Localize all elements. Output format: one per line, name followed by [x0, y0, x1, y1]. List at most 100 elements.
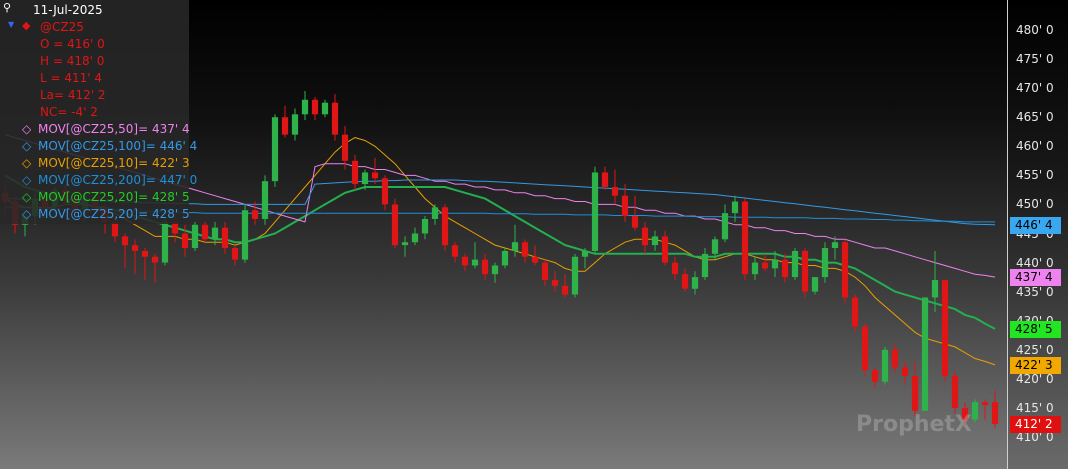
candle-body [971, 402, 979, 420]
candle-body [611, 186, 619, 196]
price-tag: 428' 5 [1010, 320, 1061, 338]
candle-body [871, 370, 879, 382]
candle-body [731, 201, 739, 214]
candle-body [911, 375, 919, 411]
candle-body [591, 172, 599, 251]
candle-body [341, 134, 349, 161]
symbol-label[interactable]: @CZ25 [40, 20, 84, 34]
candle-body [411, 233, 419, 243]
study-ma50-label[interactable]: MOV[@CZ25,50]= 437' 4 [38, 122, 190, 136]
candle-body [191, 224, 199, 249]
candle-body [291, 114, 299, 135]
study-ma20-label[interactable]: MOV[@CZ25,20]= 428' 5 [38, 190, 190, 204]
candle-body [281, 117, 289, 135]
candle-body [231, 248, 239, 260]
candle-body [361, 172, 369, 185]
price-tick-label: 480' 0 [1016, 23, 1054, 37]
candle-body [311, 99, 319, 115]
price-tick-label: 425' 0 [1016, 342, 1054, 357]
study-ma10-label[interactable]: MOV[@CZ25,10]= 422' 3 [38, 156, 190, 170]
candle-body [861, 326, 869, 371]
candle-body [161, 221, 169, 263]
candle-body [721, 213, 729, 240]
candle-body [541, 262, 549, 281]
candle-body [771, 259, 779, 269]
candle-body [551, 280, 559, 286]
price-tick-label: 465' 0 [1016, 110, 1054, 125]
study-diamond-icon[interactable]: ◇ [22, 190, 31, 204]
candle-body [391, 204, 399, 246]
study-diamond-icon[interactable]: ◇ [22, 173, 31, 187]
candle-body [831, 242, 839, 249]
study-ma200-label[interactable]: MOV[@CZ25,200]= 447' 0 [38, 173, 197, 187]
study-diamond-icon[interactable]: ◇ [22, 139, 31, 153]
candle-body [881, 349, 889, 382]
search-icon[interactable]: ⚲ [3, 1, 11, 15]
candle-body [501, 250, 509, 266]
candle-body [321, 102, 329, 115]
candle-body [511, 242, 519, 251]
candle-body [251, 210, 259, 219]
candle-body [131, 245, 139, 251]
price-tick-label: 455' 0 [1016, 168, 1054, 183]
candle-body [941, 280, 949, 376]
candle-body [451, 245, 459, 257]
candle-body [821, 248, 829, 278]
study-diamond-icon[interactable]: ◇ [22, 156, 31, 170]
candle-body [981, 402, 989, 406]
candle-body [701, 253, 709, 278]
candle-body [531, 256, 539, 263]
study-ma20b-label[interactable]: MOV[@CZ25,20]= 428' 5 [38, 207, 190, 221]
candle-body [951, 375, 959, 408]
candle-body [211, 227, 219, 240]
price-chart[interactable]: ⚲ 11-Jul-2025 ▼ ◆ @CZ25 O = 416' 0 H = 4… [0, 0, 1068, 469]
prophetx-watermark: ProphetX [856, 412, 972, 437]
price-tag: 412' 2 [1010, 415, 1061, 433]
candle-body [431, 207, 439, 219]
candle-body [751, 262, 759, 275]
candle-body [641, 227, 649, 246]
price-tick-label: 440' 0 [1016, 255, 1054, 270]
collapse-triangle-icon[interactable]: ▼ [8, 18, 14, 32]
price-tick-label: 460' 0 [1016, 139, 1054, 154]
candle-body [271, 117, 279, 182]
candle-body [571, 256, 579, 295]
candle-body [811, 277, 819, 292]
candle-body [561, 285, 569, 295]
price-tick-label: 420' 0 [1016, 371, 1054, 386]
candle-body [781, 259, 789, 278]
candle-body [261, 181, 269, 219]
candle-body [301, 99, 309, 115]
candle-body [931, 280, 939, 298]
price-tick-label: 450' 0 [1016, 197, 1054, 212]
candle-body [151, 256, 159, 263]
price-tick-label: 415' 0 [1016, 400, 1054, 415]
candle-body [121, 236, 129, 246]
candle-body [141, 250, 149, 257]
candle-body [661, 236, 669, 263]
candle-body [581, 250, 589, 257]
net-change-value: NC= -4' 2 [40, 105, 98, 119]
candle-body [181, 233, 189, 249]
legend-panel: ⚲ 11-Jul-2025 ▼ ◆ @CZ25 O = 416' 0 H = 4… [0, 0, 197, 224]
candle-body [241, 210, 249, 260]
price-tag: 422' 3 [1010, 356, 1061, 374]
study-ma100-label[interactable]: MOV[@CZ25,100]= 446' 4 [38, 139, 197, 153]
candle-body [331, 102, 339, 135]
candle-body [741, 201, 749, 275]
candle-body [901, 367, 909, 376]
candle-body [601, 172, 609, 187]
candle-body [841, 242, 849, 298]
candle-body [381, 178, 389, 205]
candle-body [851, 297, 859, 327]
candle-body [691, 277, 699, 289]
candle-body [521, 242, 529, 257]
study-diamond-icon[interactable]: ◇ [22, 122, 31, 136]
candle-body [651, 236, 659, 246]
candle-body [991, 402, 999, 424]
price-tick-label: 470' 0 [1016, 81, 1054, 96]
study-diamond-icon[interactable]: ◇ [22, 207, 31, 221]
candle-body [711, 239, 719, 254]
candle-body [481, 259, 489, 275]
price-tag: 446' 4 [1010, 216, 1061, 234]
